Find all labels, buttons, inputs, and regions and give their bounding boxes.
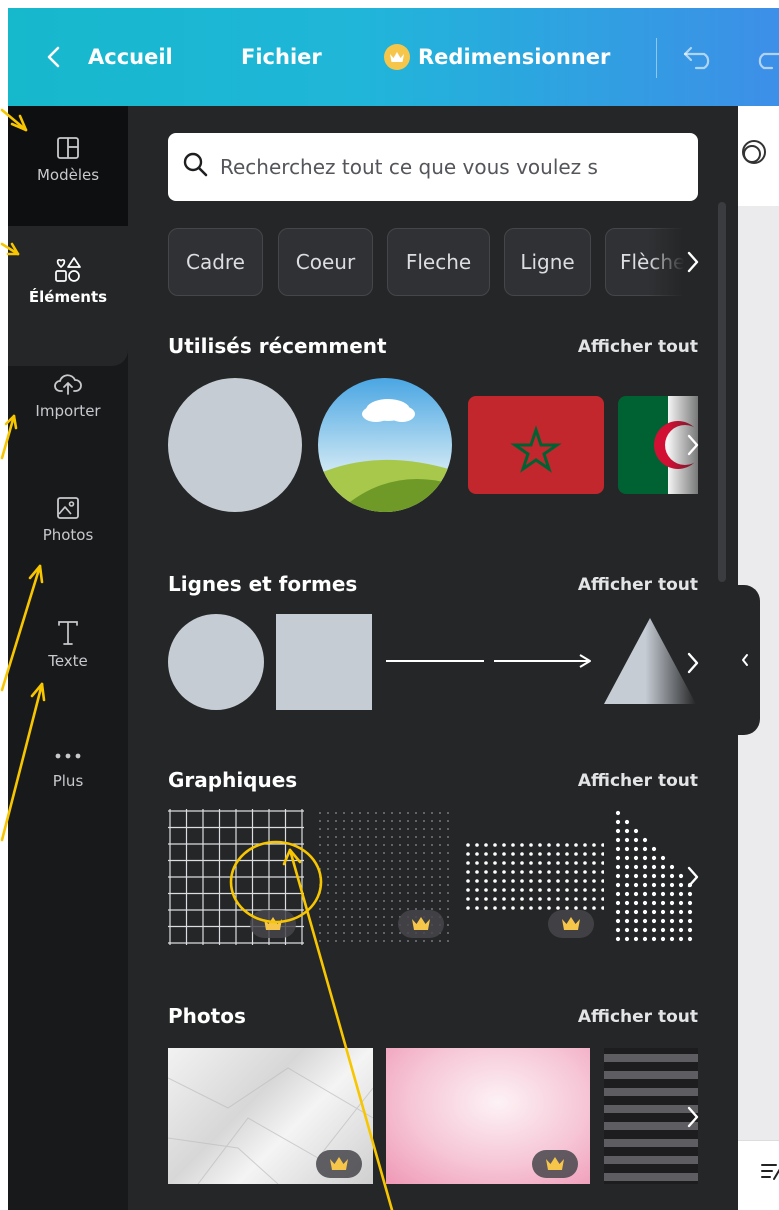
shapes-icon [55, 257, 81, 282]
shape-square[interactable] [276, 614, 372, 710]
search-placeholder: Recherchez tout ce que vous voulez s [220, 155, 598, 179]
chevron-left-icon [742, 654, 748, 666]
recent-flag-morocco[interactable] [468, 396, 604, 494]
file-menu-label: Fichier [241, 45, 322, 69]
rail-item-label: Texte [48, 652, 88, 670]
chevron-right-icon [687, 866, 699, 888]
text-icon [58, 621, 78, 645]
graphic-dots-grid[interactable] [464, 841, 604, 913]
color-picker-icon[interactable] [736, 136, 766, 166]
crown-icon [412, 917, 430, 930]
crown-icon [562, 917, 580, 930]
panel-scrollbar[interactable] [718, 202, 726, 582]
chip-label: Cadre [185, 250, 245, 274]
see-all-photos-link[interactable]: Afficher tout [578, 1007, 698, 1027]
pro-badge [548, 910, 594, 938]
flag-morocco-image [510, 425, 562, 473]
toolbar-divider [656, 38, 657, 78]
image-icon [57, 497, 79, 519]
rail-item-templates[interactable]: Modèles [8, 106, 128, 226]
landscape-image [318, 378, 452, 512]
rail-item-more[interactable]: Plus [8, 746, 128, 846]
rail-item-label: Importer [35, 402, 101, 420]
see-all-recent-link[interactable]: Afficher tout [578, 337, 698, 357]
rail-item-elements[interactable]: Éléments [8, 226, 128, 348]
chip-label: Ligne [520, 250, 575, 274]
notes-icon[interactable] [760, 1161, 779, 1183]
cloud-upload-icon [54, 374, 82, 395]
chevron-right-icon [687, 434, 699, 456]
search-input[interactable]: Recherchez tout ce que vous voulez s [168, 133, 698, 201]
home-link[interactable]: Accueil [88, 8, 173, 106]
crown-icon [330, 1157, 348, 1170]
rail-item-label: Modèles [36, 166, 100, 184]
shapes-next-button[interactable] [681, 646, 705, 680]
section-title-shapes: Lignes et formes [168, 572, 358, 596]
graphics-next-button[interactable] [681, 860, 705, 894]
shape-circle[interactable] [168, 614, 264, 710]
canvas-toolbar [738, 106, 779, 206]
resize-button[interactable]: Redimensionner [384, 8, 610, 106]
recent-circle-grey[interactable] [168, 378, 302, 512]
rail-active-corner [8, 346, 128, 366]
pro-badge [250, 910, 296, 938]
see-all-graphics-link[interactable]: Afficher tout [578, 771, 698, 791]
pro-badge [532, 1150, 578, 1178]
canvas-footer [738, 1140, 779, 1210]
rail-item-label: Plus [52, 772, 84, 790]
pro-badge [316, 1150, 362, 1178]
section-title-recent: Utilisés récemment [168, 334, 387, 358]
redo-icon[interactable] [754, 44, 779, 70]
chip-coeur[interactable]: Coeur [278, 228, 373, 296]
resize-button-label: Redimensionner [418, 45, 611, 69]
rail-item-import[interactable]: Importer [8, 346, 128, 468]
chevron-right-icon [687, 652, 699, 674]
file-menu-button[interactable]: Fichier [241, 8, 322, 106]
recent-next-button[interactable] [681, 428, 705, 462]
more-dots-icon [55, 753, 81, 759]
crown-icon [264, 917, 282, 930]
see-all-shapes-link[interactable]: Afficher tout [578, 575, 698, 595]
photo-crumpled-paper[interactable] [168, 1048, 373, 1184]
section-title-photos: Photos [168, 1004, 246, 1028]
crown-icon [384, 44, 410, 70]
search-icon [183, 152, 208, 177]
chip-cadre[interactable]: Cadre [168, 228, 263, 296]
rail-item-photos[interactable]: Photos [8, 496, 128, 596]
top-bar: Accueil Fichier Redimensionner [8, 8, 779, 106]
photo-pink-gradient[interactable] [386, 1048, 590, 1184]
elements-panel: Recherchez tout ce que vous voulez s Cad… [128, 106, 738, 1210]
layout-icon [57, 137, 79, 159]
chip-ligne[interactable]: Ligne [504, 228, 591, 296]
section-title-graphics: Graphiques [168, 768, 298, 792]
side-navigation: Modèles Éléments Importer Photos Texte P… [8, 106, 128, 1210]
crown-icon [546, 1157, 564, 1170]
chips-next-button[interactable] [681, 245, 705, 279]
chip-label: Coeur [295, 250, 356, 274]
chevron-right-icon [687, 251, 699, 273]
photos-next-button[interactable] [681, 1100, 705, 1134]
shape-line[interactable] [386, 660, 484, 662]
chip-label: Fleche [405, 250, 472, 274]
undo-icon[interactable] [682, 44, 716, 70]
recent-circle-landscape[interactable] [318, 378, 452, 512]
pro-badge [398, 910, 444, 938]
rail-item-label: Éléments [28, 288, 108, 306]
collapse-panel-button[interactable] [730, 585, 760, 735]
home-link-label: Accueil [88, 45, 173, 69]
chip-fleche[interactable]: Fleche [387, 228, 490, 296]
suggestion-chips: Cadre Coeur Fleche Ligne Flèche [168, 228, 708, 296]
rail-item-text[interactable]: Texte [8, 620, 128, 720]
rail-item-label: Photos [42, 526, 94, 544]
chevron-left-icon[interactable] [44, 46, 64, 68]
shape-arrow-line[interactable] [494, 651, 594, 671]
chevron-right-icon [687, 1106, 699, 1128]
